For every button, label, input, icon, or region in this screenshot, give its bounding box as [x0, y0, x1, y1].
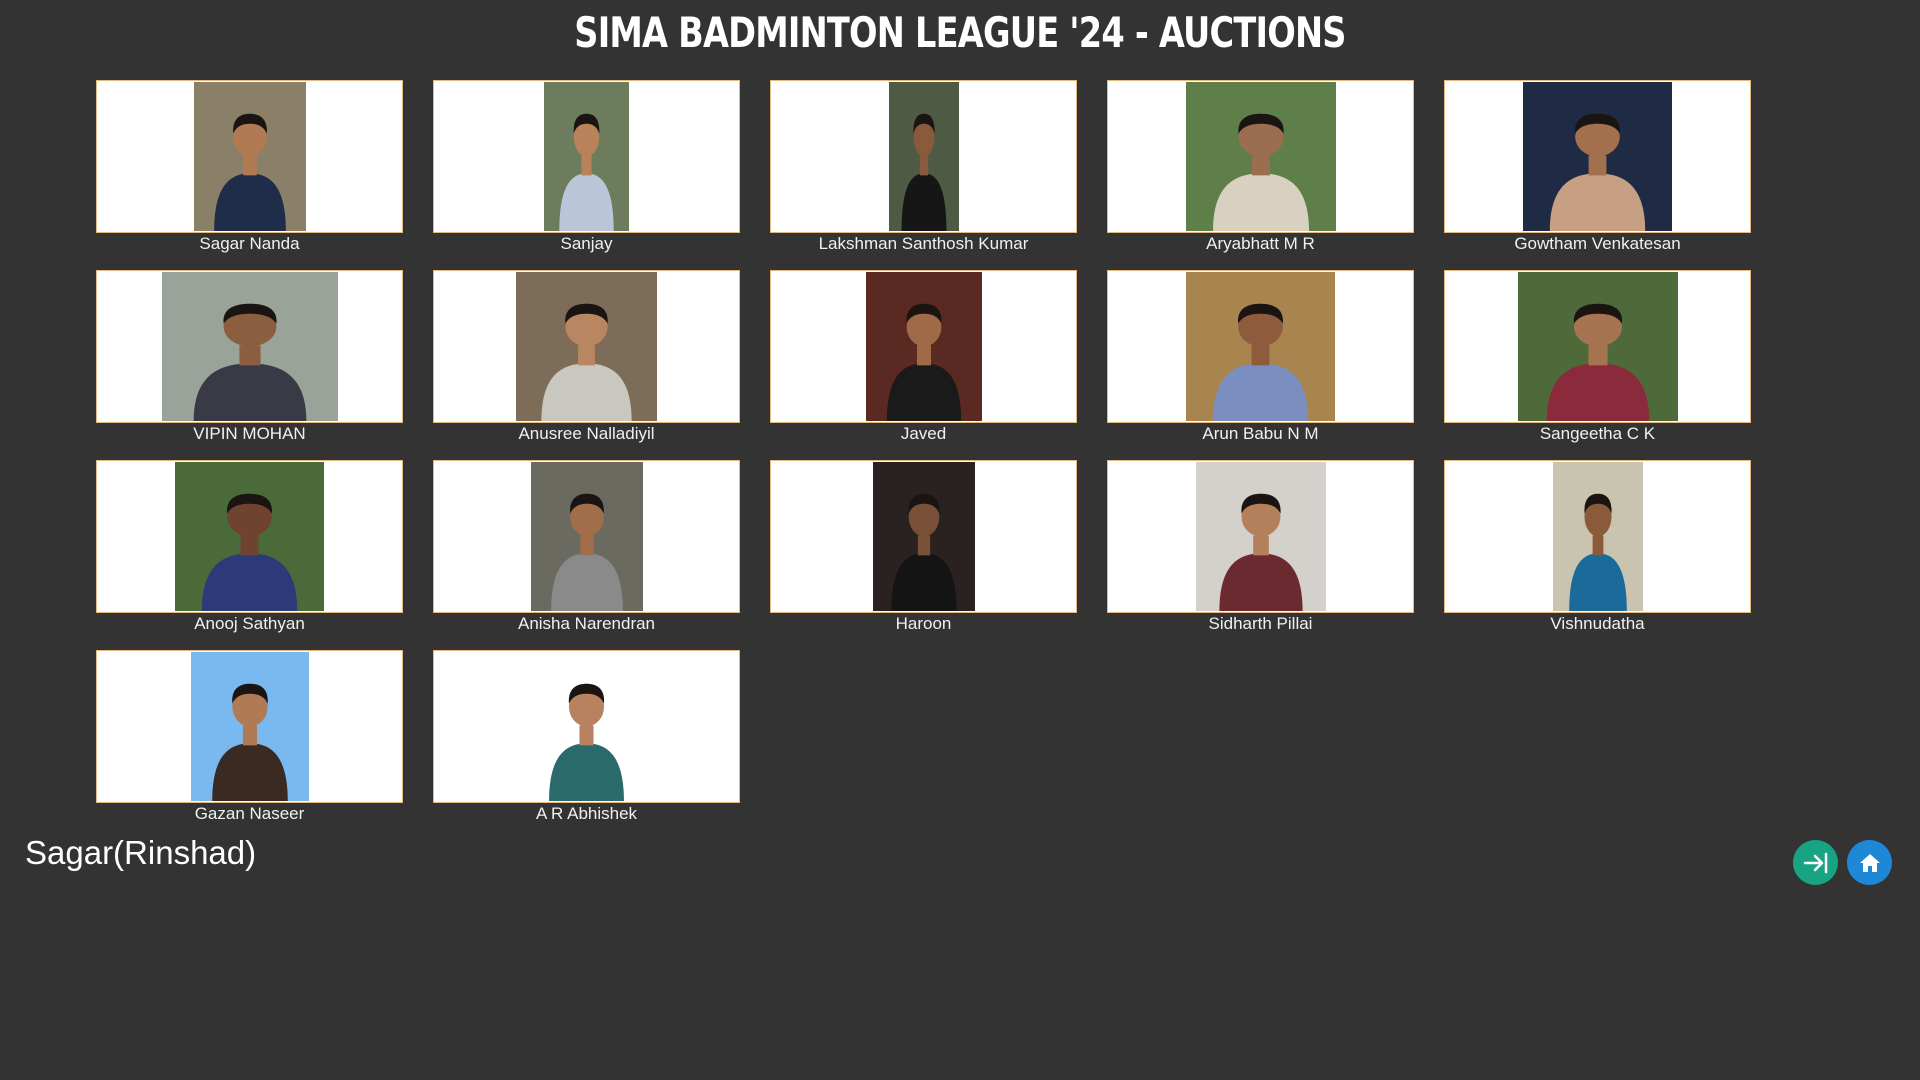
player-photo [191, 652, 309, 801]
person-silhouette-icon [1569, 493, 1627, 611]
player-card[interactable]: Aryabhatt M R [1107, 80, 1414, 270]
player-photo [175, 462, 324, 611]
player-photo-frame [770, 460, 1077, 613]
page-title: SIMA BADMINTON LEAGUE '24 - AUCTIONS [574, 8, 1346, 57]
person-silhouette-icon [1213, 113, 1309, 231]
person-silhouette-icon [901, 113, 947, 231]
player-name: Javed [900, 424, 947, 443]
person-silhouette-icon [1549, 113, 1646, 231]
player-photo-frame [1444, 270, 1751, 423]
player-card[interactable]: Javed [770, 270, 1077, 460]
next-button[interactable] [1793, 840, 1838, 885]
player-card[interactable]: Sanjay [433, 80, 740, 270]
player-card[interactable]: Sagar Nanda [96, 80, 403, 270]
player-name: VIPIN MOHAN [193, 424, 306, 443]
player-card[interactable]: Arun Babu N M [1107, 270, 1414, 460]
player-photo [1186, 82, 1336, 231]
player-photo [1553, 462, 1643, 611]
player-photo-frame [433, 650, 740, 803]
player-card[interactable]: A R Abhishek [433, 650, 740, 840]
person-silhouette-icon [551, 493, 623, 611]
player-card[interactable]: Vishnudatha [1444, 460, 1751, 650]
player-name: Sanjay [560, 234, 613, 253]
player-name: Anusree Nalladiyil [518, 424, 655, 443]
player-photo-frame [96, 270, 403, 423]
person-silhouette-icon [1212, 303, 1309, 421]
player-card[interactable]: Sangeetha C K [1444, 270, 1751, 460]
player-photo-frame [1444, 80, 1751, 233]
player-photo [873, 462, 975, 611]
player-card[interactable]: Gowtham Venkatesan [1444, 80, 1751, 270]
person-silhouette-icon [891, 493, 957, 611]
person-silhouette-icon [201, 493, 298, 611]
player-card[interactable]: VIPIN MOHAN [96, 270, 403, 460]
arrow-right-to-bar-icon [1803, 852, 1827, 873]
player-photo [1186, 272, 1335, 421]
person-silhouette-icon [1546, 303, 1650, 421]
player-photo-frame [96, 80, 403, 233]
player-name: Vishnudatha [1550, 614, 1645, 633]
player-photo-frame [1107, 460, 1414, 613]
person-silhouette-icon [193, 303, 307, 421]
player-photo-frame [433, 460, 740, 613]
player-photo [889, 82, 959, 231]
player-photo [528, 652, 645, 801]
player-photo-frame [433, 270, 740, 423]
player-name: Anisha Narendran [517, 614, 656, 633]
player-photo-frame [96, 460, 403, 613]
player-photo [544, 82, 629, 231]
player-photo-frame [1107, 270, 1414, 423]
player-name: Aryabhatt M R [1206, 234, 1315, 253]
player-card[interactable]: Anisha Narendran [433, 460, 740, 650]
player-photo [1196, 462, 1326, 611]
person-silhouette-icon [549, 683, 624, 801]
player-photo-frame [433, 80, 740, 233]
player-name: Sagar Nanda [199, 234, 300, 253]
player-name: Sangeetha C K [1539, 424, 1656, 443]
player-photo-frame [770, 80, 1077, 233]
person-silhouette-icon [559, 113, 614, 231]
player-card[interactable]: Gazan Naseer [96, 650, 403, 840]
home-button[interactable] [1847, 840, 1892, 885]
player-grid: Sagar Nanda Sanjay Lakshman Santhosh Kumar… [96, 80, 1751, 840]
player-photo [1518, 272, 1678, 421]
player-photo-frame [770, 270, 1077, 423]
player-photo [531, 462, 643, 611]
player-name: Anooj Sathyan [194, 614, 305, 633]
player-card[interactable]: Anooj Sathyan [96, 460, 403, 650]
player-name: Arun Babu N M [1202, 424, 1319, 443]
player-photo [516, 272, 657, 421]
player-photo [162, 272, 338, 421]
player-photo [866, 272, 982, 421]
player-card[interactable]: Haroon [770, 460, 1077, 650]
player-card[interactable]: Sidharth Pillai [1107, 460, 1414, 650]
person-silhouette-icon [541, 303, 632, 421]
player-name: Lakshman Santhosh Kumar [818, 234, 1029, 253]
player-photo-frame [1107, 80, 1414, 233]
player-name: Gazan Naseer [194, 804, 305, 823]
player-name: Gowtham Venkatesan [1514, 234, 1681, 253]
person-silhouette-icon [214, 113, 286, 231]
person-silhouette-icon [886, 303, 962, 421]
player-photo [1523, 82, 1672, 231]
player-photo-frame [1444, 460, 1751, 613]
player-name: Haroon [895, 614, 952, 633]
player-name: Sidharth Pillai [1208, 614, 1313, 633]
player-name: A R Abhishek [535, 804, 638, 823]
home-icon [1859, 853, 1880, 872]
player-photo-frame [96, 650, 403, 803]
person-silhouette-icon [1219, 493, 1303, 611]
current-bidder-label: Sagar(Rinshad) [25, 834, 257, 871]
player-photo [194, 82, 306, 231]
player-card[interactable]: Lakshman Santhosh Kumar [770, 80, 1077, 270]
person-silhouette-icon [212, 683, 288, 801]
player-card[interactable]: Anusree Nalladiyil [433, 270, 740, 460]
